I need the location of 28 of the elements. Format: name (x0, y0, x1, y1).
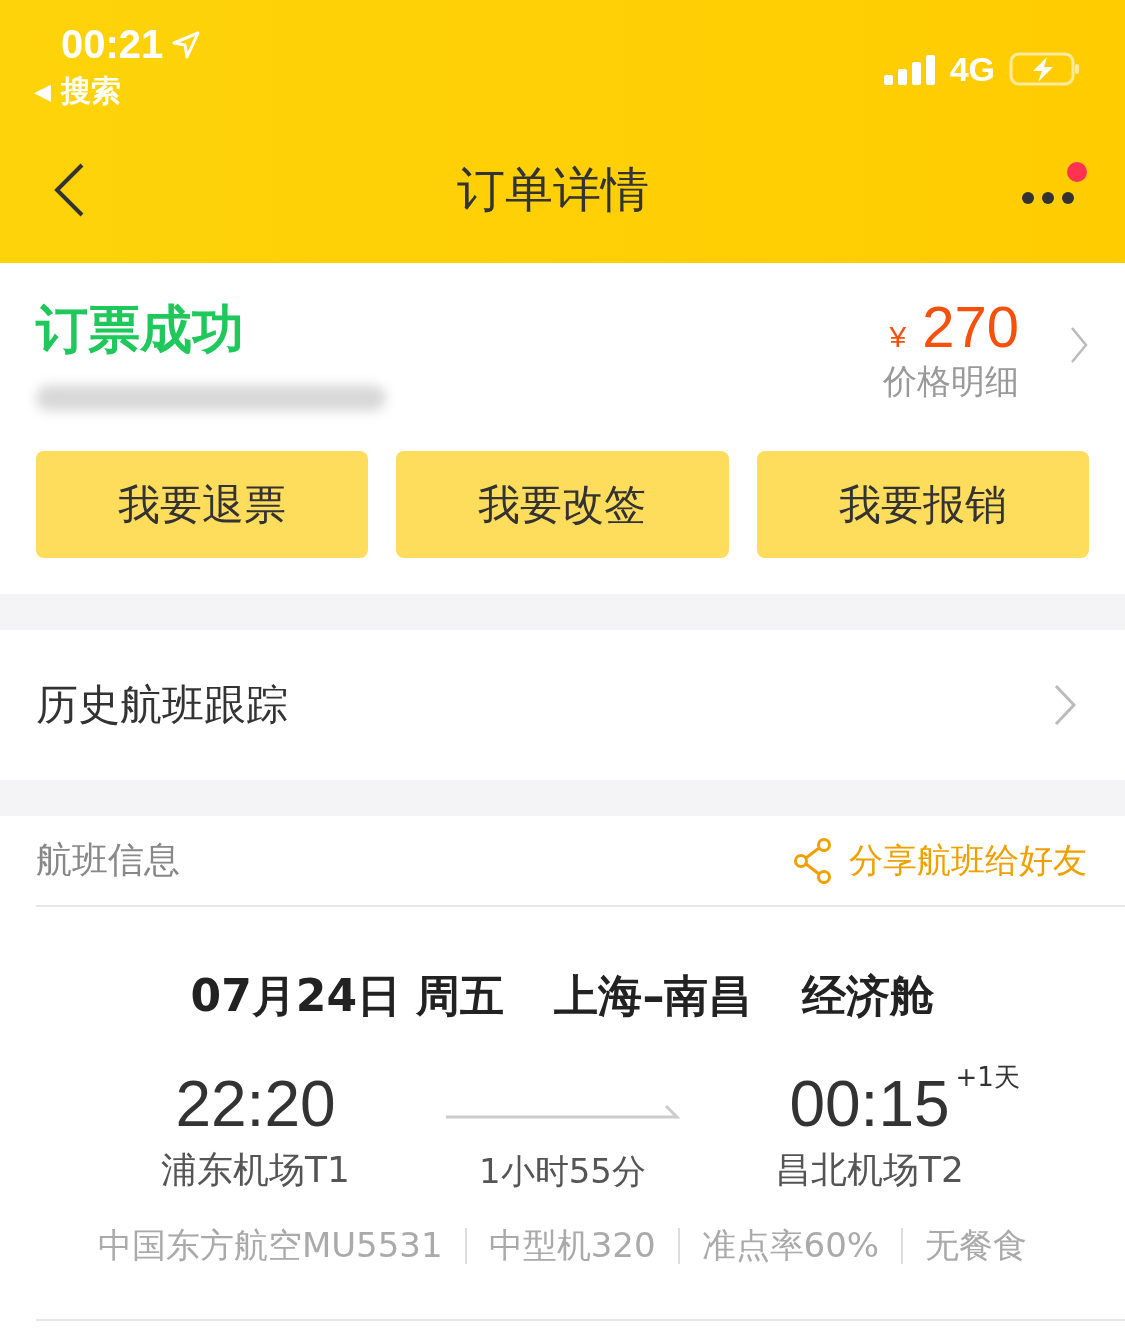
page-title: 订单详情 (456, 160, 649, 219)
departure-time: 22:20 (175, 1072, 336, 1136)
status-time: 00:21 (61, 22, 164, 67)
action-button[interactable]: 我要报销 (756, 451, 1089, 558)
flight-date: 07月24日 周五 (190, 969, 505, 1023)
arrival-airport: 昌北机场T2 (775, 1148, 964, 1192)
chevron-right-icon (1053, 683, 1077, 727)
location-arrow-icon (171, 29, 202, 60)
history-tracking-row[interactable]: 历史航班跟踪 (0, 630, 1125, 780)
flight-duration: 1小时55分 (479, 1150, 646, 1193)
flight-detail: 无餐食 (925, 1224, 1028, 1267)
flight-detail: 中国东方航空MU5531 (97, 1224, 443, 1267)
back-button[interactable] (52, 162, 86, 218)
day-offset: +1天 (955, 1061, 1020, 1094)
arrival-time: 00:15 (789, 1072, 950, 1136)
flight-detail: 中型机320 (488, 1224, 656, 1267)
flight-route: 上海–南昌 (554, 969, 753, 1023)
network-type: 4G (949, 49, 995, 89)
cabin-class: 经济舱 (802, 969, 935, 1023)
flight-detail: 准点率60% (701, 1224, 880, 1267)
action-button[interactable]: 我要改签 (396, 451, 729, 558)
section-title: 航班信息 (36, 838, 180, 882)
signal-icon (883, 53, 936, 85)
order-status: 订票成功 (36, 303, 245, 355)
action-button[interactable]: 我要退票 (36, 451, 369, 558)
battery-charging-icon (1009, 52, 1081, 86)
share-icon (793, 837, 833, 884)
departure-airport: 浦东机场T1 (161, 1148, 350, 1192)
